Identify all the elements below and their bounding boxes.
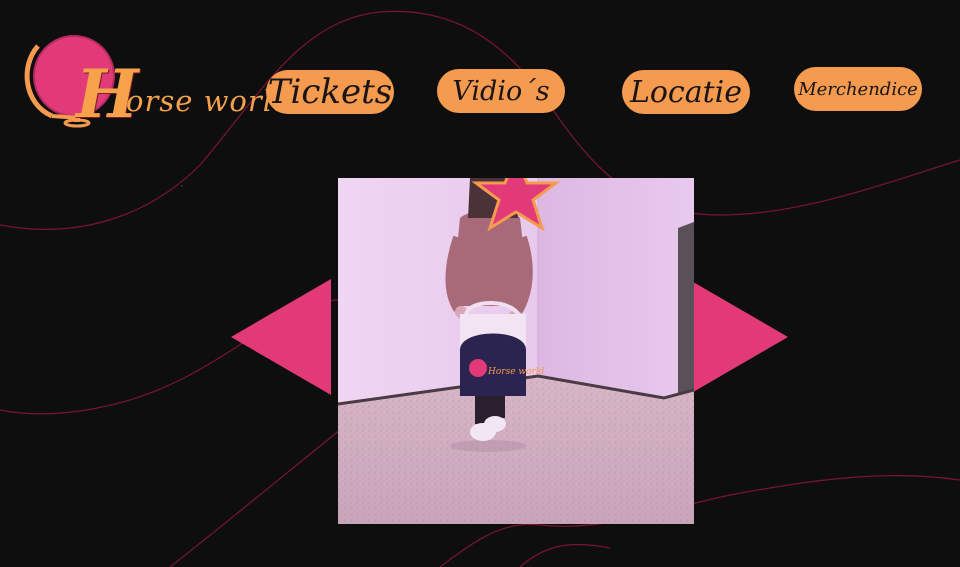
carousel-photo: Horse world — [338, 178, 694, 524]
triangle-left-icon[interactable] — [230, 278, 332, 396]
triangle-right-icon[interactable] — [687, 278, 789, 396]
nav-merchendice-button[interactable]: Merchendice — [794, 67, 922, 111]
bag-print-text: Horse world — [487, 367, 545, 377]
nav-locatie-button[interactable]: Locatie — [622, 70, 750, 114]
nav-videos-button[interactable]: Vidio´s — [437, 69, 565, 113]
nav-tickets-button[interactable]: Tickets — [266, 70, 394, 114]
merch-photo: Horse world — [338, 178, 694, 524]
brand-logo[interactable]: H orse world — [22, 26, 292, 133]
logo-initial: H — [76, 55, 139, 133]
